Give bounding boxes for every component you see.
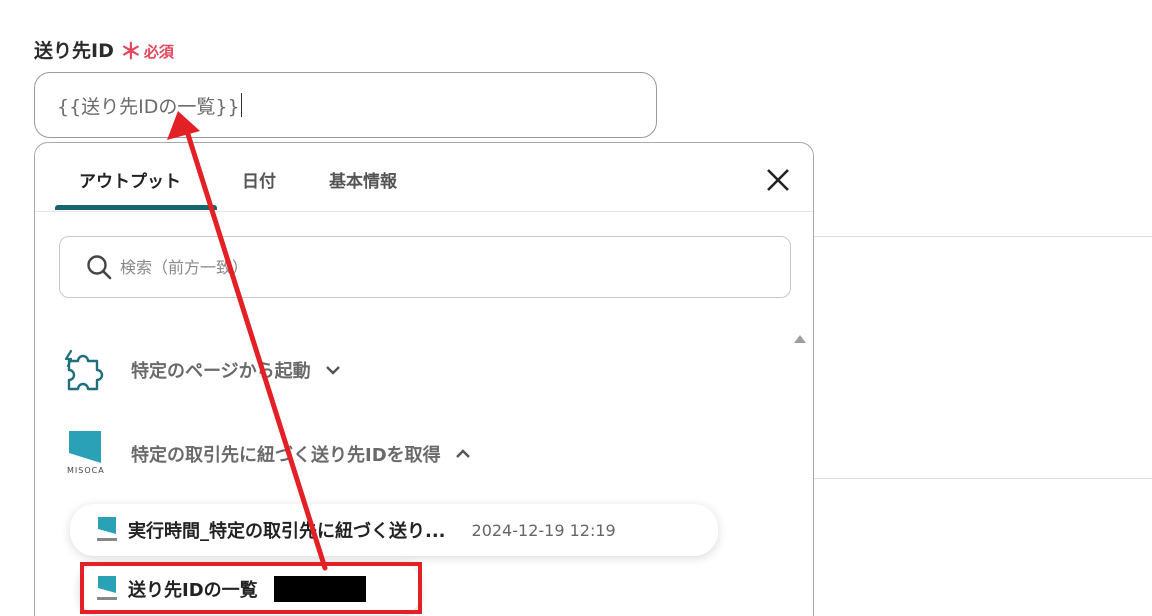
output-item-label: 送り先IDの一覧 [128, 580, 258, 601]
misoca-logo-text: MISOCA [67, 466, 105, 475]
field-label: 送り先ID ＊ 必須 [34, 32, 174, 65]
field-label-text: 送り先ID [34, 40, 114, 62]
puzzle-icon [64, 349, 104, 391]
close-button[interactable] [765, 167, 791, 193]
tab-output[interactable]: アウトプット [79, 167, 181, 192]
destination-id-input-value: {{送り先IDの一覧}} [57, 95, 240, 118]
chevron-down-icon [325, 366, 340, 375]
tab-date[interactable]: 日付 [242, 167, 276, 192]
output-item-time: 2024-12-19 12:19 [471, 520, 616, 540]
required-asterisk: ＊ [119, 40, 142, 65]
output-item-destination-id-list[interactable]: 送り先IDの一覧 [80, 563, 420, 615]
tab-bar: アウトプット 日付 基本情報 [35, 143, 813, 212]
scroll-up-arrow[interactable] [794, 335, 806, 343]
text-caret [240, 93, 242, 117]
destination-id-input[interactable]: {{送り先IDの一覧}} [34, 72, 657, 138]
chevron-up-icon [455, 449, 470, 458]
background-divider [814, 236, 1152, 237]
group-misoca-get-destination[interactable]: MISOCA 特定の取引先に紐づく送り先IDを取得 [63, 429, 471, 479]
misoca-logo [97, 517, 117, 541]
background-divider [814, 478, 1152, 479]
misoca-logo [97, 576, 117, 600]
group-label: 特定の取引先に紐づく送り先IDを取得 [131, 445, 441, 466]
close-icon [767, 169, 789, 191]
active-tab-indicator [55, 205, 217, 210]
output-item-label: 実行時間_特定の取引先に紐づく送り... [128, 521, 446, 542]
search-input[interactable] [118, 256, 722, 278]
group-page-trigger[interactable]: 特定のページから起動 [63, 349, 341, 391]
search-field[interactable] [59, 236, 791, 298]
required-text: 必須 [143, 43, 174, 61]
group-label: 特定のページから起動 [131, 361, 311, 382]
output-item-execution-time[interactable]: 実行時間_特定の取引先に紐づく送り... 2024-12-19 12:19 [70, 504, 718, 556]
misoca-logo: MISOCA [63, 429, 107, 479]
tab-basic-info[interactable]: 基本情報 [329, 167, 397, 192]
search-icon [87, 255, 112, 280]
redacted-value [273, 576, 366, 602]
